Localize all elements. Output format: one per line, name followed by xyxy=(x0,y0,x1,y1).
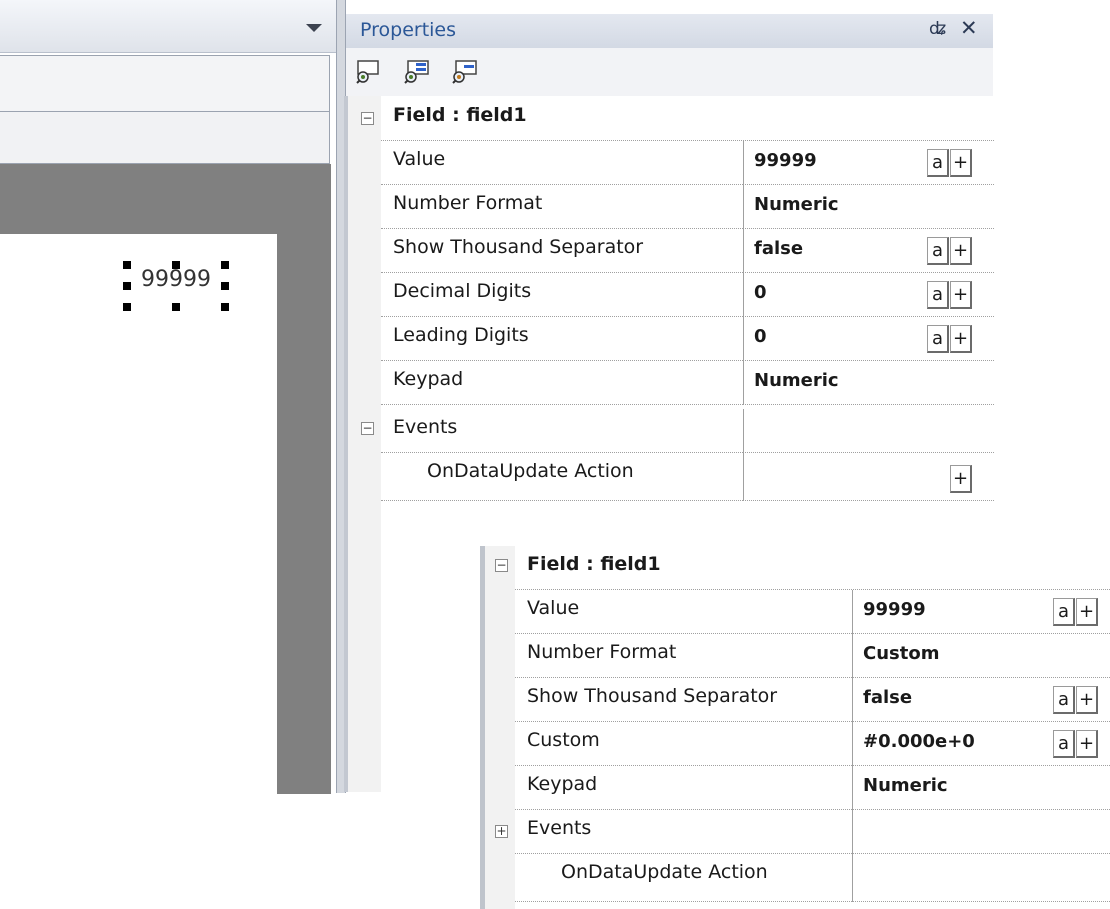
property-row[interactable]: Decimal Digits 0 a + xyxy=(381,273,994,317)
expand-icon[interactable]: + xyxy=(495,825,508,838)
page-canvas[interactable] xyxy=(0,234,277,794)
property-value[interactable]: 0 xyxy=(754,326,767,347)
property-row[interactable]: Leading Digits 0 a + xyxy=(381,317,994,361)
property-value[interactable]: 99999 xyxy=(863,599,926,620)
property-label: Value xyxy=(527,597,580,619)
property-label: Show Thousand Separator xyxy=(393,236,644,258)
property-row[interactable]: Custom #0.000e+0 a + xyxy=(515,722,1110,766)
property-row[interactable]: Show Thousand Separator false a + xyxy=(381,229,994,273)
resize-handle[interactable] xyxy=(123,303,131,311)
property-label: OnDataUpdate Action xyxy=(561,861,768,883)
property-grid-gutter xyxy=(485,546,515,909)
category-label: Field : field1 xyxy=(527,553,661,575)
resize-handle[interactable] xyxy=(172,261,180,269)
tag-a-button[interactable]: a xyxy=(1053,686,1075,714)
category-row[interactable]: − Field : field1 xyxy=(361,97,994,141)
tag-a-button[interactable]: a xyxy=(1053,730,1075,758)
resize-handle[interactable] xyxy=(123,261,131,269)
add-button[interactable]: + xyxy=(950,237,972,265)
category-row[interactable]: − Field : field1 xyxy=(495,546,1110,590)
property-label: Show Thousand Separator xyxy=(527,685,778,707)
add-button[interactable]: + xyxy=(950,281,972,309)
tag-a-button[interactable]: a xyxy=(1053,598,1075,626)
editor-ruler-bar xyxy=(0,112,330,164)
category-label: Events xyxy=(393,416,458,438)
resize-handle[interactable] xyxy=(172,303,180,311)
tag-a-button[interactable]: a xyxy=(927,325,949,353)
property-value[interactable]: 99999 xyxy=(754,150,817,171)
property-value[interactable]: Numeric xyxy=(754,194,839,215)
properties-toolbar xyxy=(346,48,993,96)
property-value[interactable]: false xyxy=(754,238,803,259)
chevron-down-icon[interactable] xyxy=(306,24,322,32)
tag-a-button[interactable]: a xyxy=(927,281,949,309)
filter-property-icon[interactable] xyxy=(450,58,478,86)
property-row[interactable]: OnDataUpdate Action xyxy=(515,854,1110,902)
property-row[interactable]: Value 99999 a + xyxy=(515,590,1110,634)
tag-a-button[interactable]: a xyxy=(927,237,949,265)
category-label: Field : field1 xyxy=(393,104,527,126)
property-label: Leading Digits xyxy=(393,324,529,346)
add-property-icon[interactable] xyxy=(402,58,430,86)
events-category-row[interactable]: + Events xyxy=(495,810,1110,854)
collapse-icon[interactable]: − xyxy=(361,112,374,125)
resize-handle[interactable] xyxy=(221,303,229,311)
property-row[interactable]: Number Format Numeric xyxy=(381,185,994,229)
numeric-field-widget[interactable]: 99999 xyxy=(123,261,229,311)
tag-a-button[interactable]: a xyxy=(927,149,949,177)
resize-handle[interactable] xyxy=(123,282,131,290)
property-label: Number Format xyxy=(393,192,543,214)
add-button[interactable]: + xyxy=(1076,730,1098,758)
property-row[interactable]: OnDataUpdate Action + xyxy=(381,453,994,501)
add-button[interactable]: + xyxy=(1076,686,1098,714)
add-button[interactable]: + xyxy=(950,465,972,493)
property-label: Number Format xyxy=(527,641,677,663)
collapse-icon[interactable]: − xyxy=(361,422,374,435)
category-label: Events xyxy=(527,817,592,839)
property-grid-gutter xyxy=(344,96,381,792)
property-value[interactable]: Numeric xyxy=(754,370,839,391)
property-row[interactable]: Value 99999 a + xyxy=(381,141,994,185)
field-value-text: 99999 xyxy=(141,267,211,292)
properties-title: Properties xyxy=(360,19,457,41)
property-label: Decimal Digits xyxy=(393,280,532,302)
add-button[interactable]: + xyxy=(950,325,972,353)
property-row[interactable]: Keypad Numeric xyxy=(515,766,1110,810)
property-row[interactable]: Keypad Numeric xyxy=(381,361,994,405)
resize-handle[interactable] xyxy=(221,282,229,290)
pin-icon[interactable]: ʥ xyxy=(929,19,946,39)
property-value[interactable]: Custom xyxy=(863,643,939,664)
property-label: Keypad xyxy=(527,773,598,795)
editor-toolbar xyxy=(0,55,330,112)
properties-title-bar: Properties ʥ ✕ xyxy=(346,14,993,48)
add-button[interactable]: + xyxy=(950,149,972,177)
property-row[interactable]: Number Format Custom xyxy=(515,634,1110,678)
resize-handle[interactable] xyxy=(221,261,229,269)
categorized-view-icon[interactable] xyxy=(354,58,382,86)
events-category-row[interactable]: − Events xyxy=(361,409,994,453)
property-value[interactable]: #0.000e+0 xyxy=(863,731,975,752)
property-label: Value xyxy=(393,148,446,170)
editor-tab-header xyxy=(0,0,337,53)
collapse-icon[interactable]: − xyxy=(495,559,508,572)
property-value[interactable]: Numeric xyxy=(863,775,948,796)
property-value[interactable]: 0 xyxy=(754,282,767,303)
close-icon[interactable]: ✕ xyxy=(960,16,978,40)
property-value[interactable]: false xyxy=(863,687,912,708)
property-label: OnDataUpdate Action xyxy=(427,460,634,482)
add-button[interactable]: + xyxy=(1076,598,1098,626)
property-label: Keypad xyxy=(393,368,464,390)
property-label: Custom xyxy=(527,729,600,751)
property-row[interactable]: Show Thousand Separator false a + xyxy=(515,678,1110,722)
